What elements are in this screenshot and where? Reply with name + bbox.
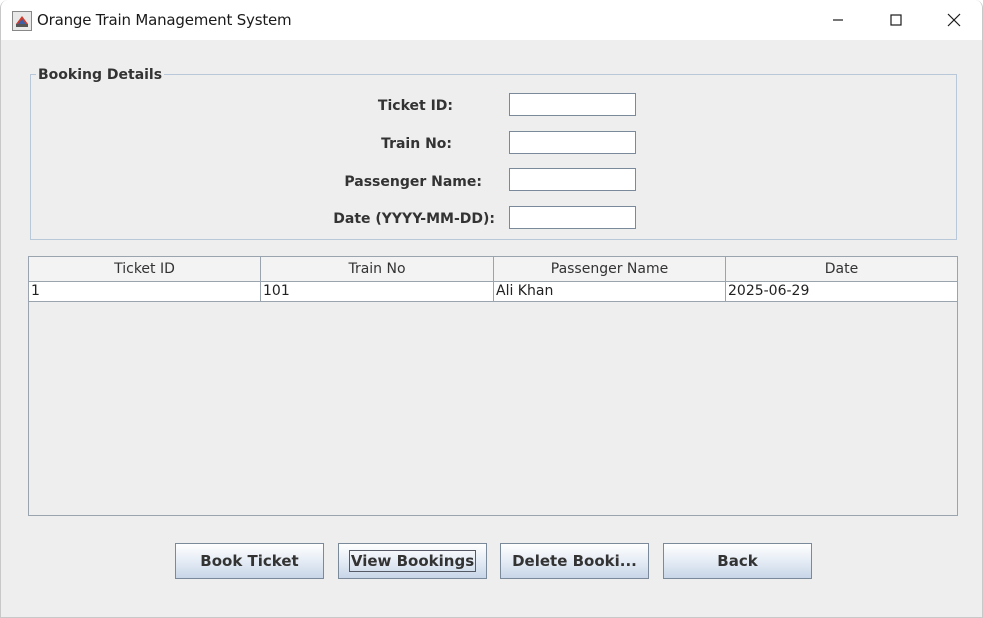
- delete-booking-label: Delete Booki...: [512, 552, 637, 570]
- passenger-name-label: Passenger Name:: [344, 174, 482, 190]
- view-bookings-button[interactable]: View Bookings: [338, 543, 487, 579]
- book-ticket-button[interactable]: Book Ticket: [175, 543, 324, 579]
- delete-booking-button[interactable]: Delete Booki...: [500, 543, 649, 579]
- table-row[interactable]: 1 101 Ali Khan 2025-06-29: [29, 282, 958, 302]
- table-cell[interactable]: Ali Khan: [494, 282, 726, 301]
- back-button[interactable]: Back: [663, 543, 812, 579]
- app-window: Orange Train Management System Booking D…: [0, 0, 983, 618]
- booking-details-title: Booking Details: [36, 67, 165, 83]
- title-bar[interactable]: Orange Train Management System: [1, 0, 982, 40]
- date-input[interactable]: [509, 206, 636, 229]
- back-label: Back: [717, 552, 758, 570]
- column-header-passenger-name[interactable]: Passenger Name: [494, 257, 726, 282]
- view-bookings-label: View Bookings: [348, 550, 477, 572]
- close-icon: [947, 13, 961, 27]
- minimize-button[interactable]: [809, 0, 867, 40]
- window-title: Orange Train Management System: [37, 11, 292, 29]
- table-cell[interactable]: 101: [261, 282, 494, 301]
- train-no-input[interactable]: [509, 131, 636, 154]
- java-coffee-cup-icon: [12, 11, 32, 31]
- ticket-id-label: Ticket ID:: [377, 98, 453, 114]
- passenger-name-input[interactable]: [509, 168, 636, 191]
- close-button[interactable]: [925, 0, 982, 40]
- book-ticket-label: Book Ticket: [200, 552, 299, 570]
- table-cell[interactable]: 2025-06-29: [726, 282, 958, 301]
- maximize-button[interactable]: [867, 0, 925, 40]
- maximize-icon: [890, 14, 902, 26]
- train-no-label: Train No:: [381, 136, 452, 152]
- table-cell[interactable]: 1: [29, 282, 261, 301]
- column-header-train-no[interactable]: Train No: [261, 257, 494, 282]
- date-label: Date (YYYY-MM-DD):: [333, 211, 495, 227]
- ticket-id-input[interactable]: [509, 93, 636, 116]
- column-header-ticket-id[interactable]: Ticket ID: [29, 257, 261, 282]
- minimize-icon: [833, 19, 843, 21]
- bookings-table[interactable]: Ticket ID Train No Passenger Name Date 1…: [28, 256, 958, 516]
- column-header-date[interactable]: Date: [726, 257, 958, 282]
